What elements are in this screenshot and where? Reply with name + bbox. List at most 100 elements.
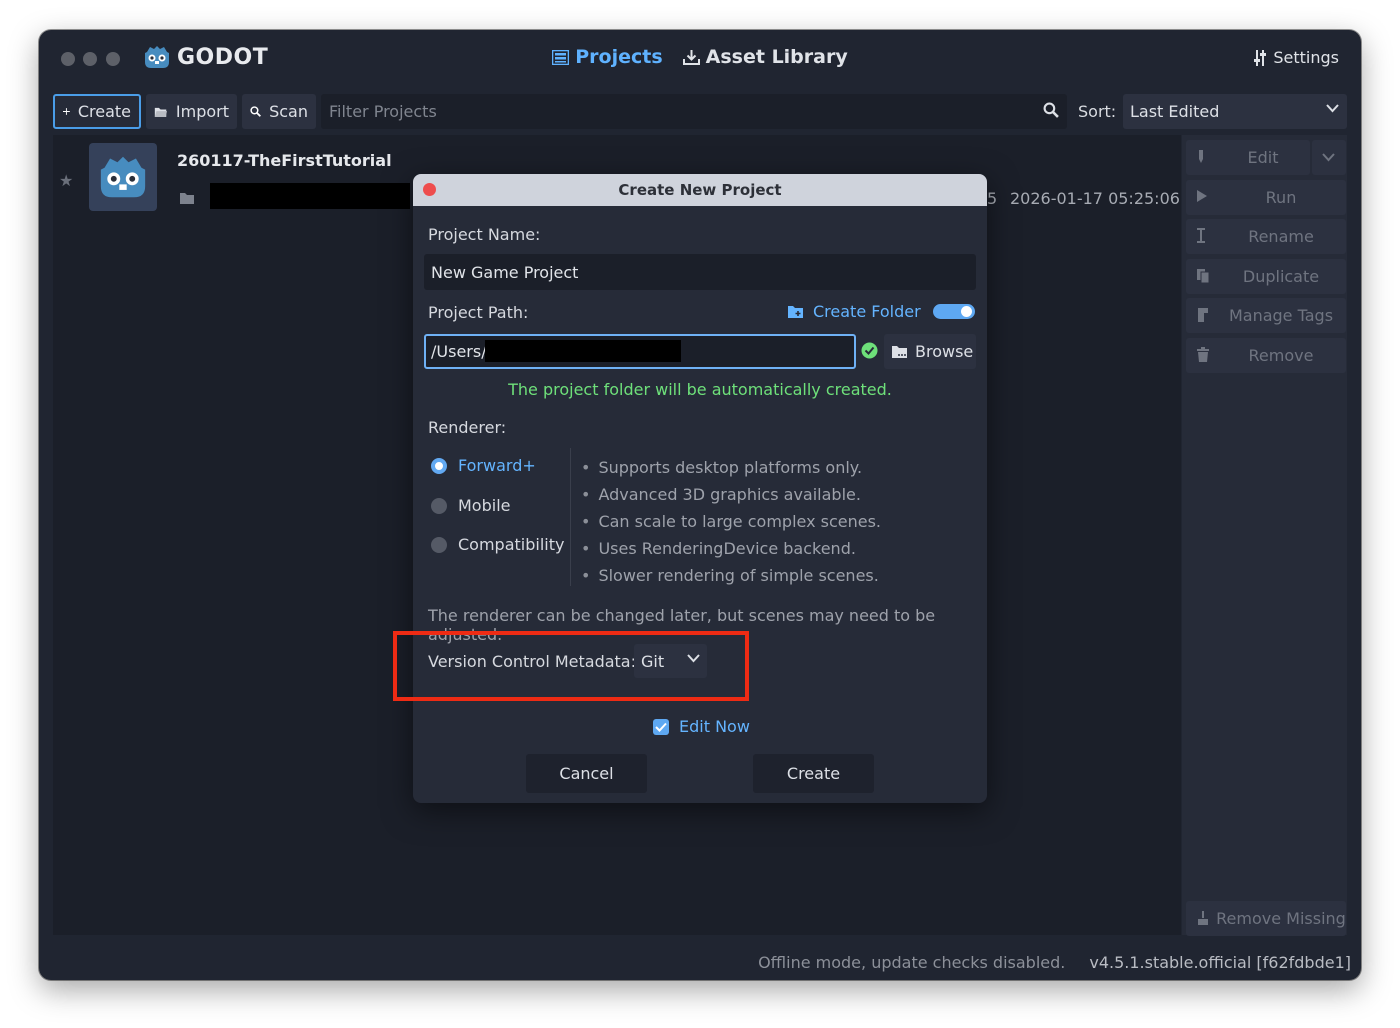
edit-label: Edit	[1247, 148, 1279, 167]
dialog-create-label: Create	[786, 764, 841, 783]
run-label: Run	[1265, 188, 1297, 207]
settings-sliders-icon	[1254, 49, 1267, 66]
manage-tags-button[interactable]: Manage Tags	[1186, 298, 1346, 333]
play-icon	[1197, 190, 1207, 202]
trash-icon	[1197, 347, 1209, 362]
download-icon	[682, 50, 700, 65]
create-folder-toggle[interactable]: Create Folder	[787, 302, 975, 321]
tab-projects-label: Projects	[575, 46, 663, 68]
duplicate-icon	[1197, 269, 1210, 284]
import-button[interactable]: Import	[146, 94, 237, 129]
chevron-down-icon	[1322, 153, 1335, 162]
folder-browse-icon	[892, 346, 907, 358]
godot-robot-icon	[100, 156, 146, 198]
renderer-option-label: Compatibility	[458, 535, 565, 554]
toolbar: Create Import Scan Filter Projects Sort:…	[53, 94, 1347, 129]
projects-list-icon	[552, 49, 570, 65]
radio-unselected-icon	[431, 536, 447, 553]
browse-label: Browse	[915, 342, 974, 361]
renderer-note: • Advanced 3D graphics available.	[581, 485, 861, 504]
edit-now-checkbox[interactable]: Edit Now	[653, 717, 750, 736]
create-folder-label: Create Folder	[813, 302, 921, 321]
remove-button[interactable]: Remove	[1186, 338, 1346, 373]
redacted-project-path	[210, 183, 410, 209]
renderer-note: • Uses RenderingDevice backend.	[581, 539, 856, 558]
duplicate-label: Duplicate	[1242, 267, 1320, 286]
tab-projects[interactable]: Projects	[552, 46, 663, 68]
sort-label: Sort:	[1078, 102, 1117, 121]
scan-button[interactable]: Scan	[242, 94, 316, 129]
redacted-path	[485, 340, 681, 362]
edit-menu-button[interactable]	[1312, 140, 1346, 175]
plus-icon	[63, 108, 70, 115]
path-status-message: The project folder will be automatically…	[508, 380, 892, 399]
renderer-note: • Can scale to large complex scenes.	[581, 512, 882, 531]
search-icon	[250, 106, 261, 117]
dialog-close-button[interactable]	[423, 183, 436, 196]
renderer-divider	[570, 448, 571, 586]
settings-button[interactable]: Settings	[1253, 48, 1339, 67]
project-name-input[interactable]: New Game Project	[424, 254, 976, 290]
filter-search-icon	[1043, 102, 1059, 118]
create-project-dialog: Create New Project Project Name: New Gam…	[413, 174, 987, 803]
sort-value: Last Edited	[1130, 102, 1220, 121]
cancel-button[interactable]: Cancel	[526, 754, 647, 793]
folder-add-icon	[788, 306, 803, 318]
chevron-down-icon	[1326, 104, 1339, 113]
folder-icon	[180, 193, 194, 204]
project-actions-sidebar: Edit Run Rename Duplicate Manage Tags Re…	[1182, 135, 1347, 936]
edit-button[interactable]: Edit	[1186, 140, 1310, 175]
top-nav: Projects Asset Library	[39, 46, 1361, 68]
renderer-compatibility-radio[interactable]: Compatibility	[431, 535, 564, 554]
tag-icon	[1198, 308, 1208, 322]
text-cursor-icon	[1197, 228, 1205, 243]
create-folder-switch[interactable]	[932, 304, 975, 319]
renderer-note: • Supports desktop platforms only.	[581, 458, 863, 477]
folder-open-icon	[154, 107, 168, 117]
renderer-option-label: Forward+	[458, 456, 536, 475]
renderer-notes: • Supports desktop platforms only. • Advan…	[581, 454, 881, 589]
remove-missing-button[interactable]: Remove Missing	[1186, 901, 1346, 936]
tab-asset-library[interactable]: Asset Library	[682, 46, 848, 68]
status-message: Offline mode, update checks disabled.	[758, 953, 1066, 972]
cancel-label: Cancel	[559, 764, 614, 783]
remove-missing-label: Remove Missing	[1216, 909, 1346, 928]
filter-placeholder: Filter Projects	[329, 102, 437, 121]
project-path-label: Project Path:	[428, 303, 529, 322]
create-button[interactable]: Create	[53, 94, 141, 129]
titlebar: GODOT Projects Asset Library Settings	[39, 30, 1361, 88]
duplicate-button[interactable]: Duplicate	[1186, 259, 1346, 294]
project-path-suffix: 5	[987, 189, 998, 208]
rename-label: Rename	[1248, 227, 1314, 246]
edit-icon	[1199, 150, 1203, 163]
renderer-forward-plus-radio[interactable]: Forward+	[431, 456, 536, 475]
renderer-label: Renderer:	[428, 418, 507, 437]
renderer-note: • Slower rendering of simple scenes.	[581, 566, 879, 585]
project-thumbnail	[89, 143, 157, 211]
browse-button[interactable]: Browse	[884, 334, 976, 369]
sort-dropdown[interactable]: Last Edited	[1123, 94, 1347, 129]
project-name: 260117-TheFirstTutorial	[177, 151, 392, 170]
renderer-option-label: Mobile	[458, 496, 511, 515]
project-path-value: /Users/	[431, 342, 487, 361]
favorite-star-icon[interactable]: ★	[59, 171, 73, 190]
radio-unselected-icon	[431, 497, 447, 514]
tab-asset-library-label: Asset Library	[705, 46, 848, 68]
import-label: Import	[175, 102, 229, 121]
checkbox-checked-icon	[653, 718, 669, 735]
radio-selected-icon	[431, 457, 447, 474]
project-name-label: Project Name:	[428, 225, 541, 244]
create-label: Create	[77, 102, 131, 121]
filter-projects-input[interactable]: Filter Projects	[321, 94, 1067, 129]
run-button[interactable]: Run	[1186, 180, 1346, 215]
annotation-highlight-box	[393, 631, 749, 701]
version-label[interactable]: v4.5.1.stable.official [f62fdbde1]	[1089, 953, 1351, 972]
edit-now-label: Edit Now	[679, 717, 750, 736]
dialog-title: Create New Project	[618, 181, 782, 199]
manage-tags-label: Manage Tags	[1228, 306, 1334, 325]
dialog-titlebar: Create New Project	[413, 174, 987, 206]
broom-icon	[1198, 911, 1208, 925]
dialog-create-button[interactable]: Create	[753, 754, 874, 793]
rename-button[interactable]: Rename	[1186, 219, 1346, 254]
renderer-mobile-radio[interactable]: Mobile	[431, 496, 510, 515]
